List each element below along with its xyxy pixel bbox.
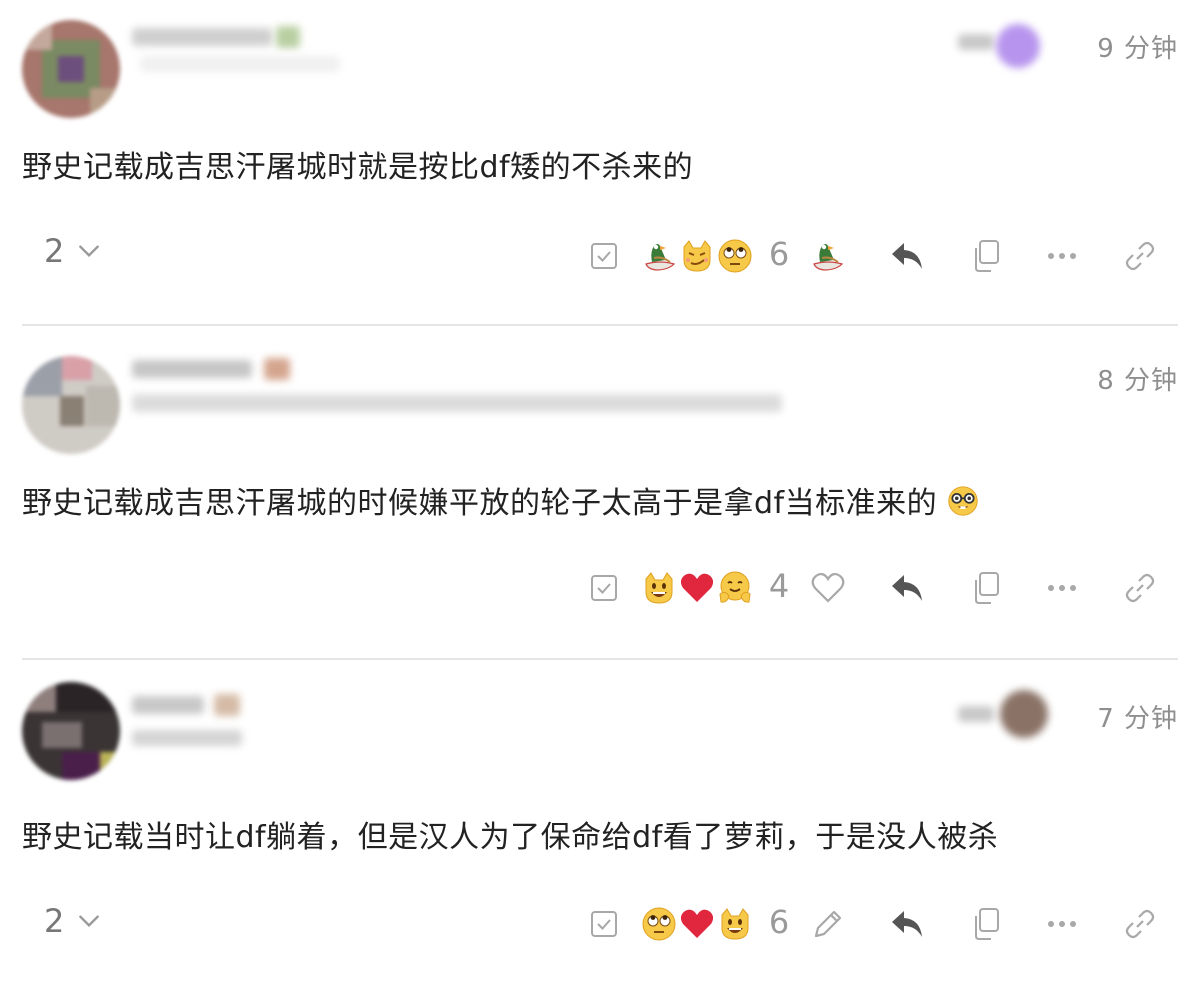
- user-subtitle: [132, 394, 782, 412]
- username[interactable]: [132, 696, 204, 714]
- duck-icon: [813, 244, 844, 271]
- reaction-hugging[interactable]: [716, 568, 754, 608]
- comment-actions: 6: [0, 894, 1200, 954]
- select-button[interactable]: [586, 238, 622, 274]
- reaction-smiley-cat[interactable]: [716, 904, 754, 944]
- avatar[interactable]: [22, 682, 120, 780]
- smiley-cat-icon: [645, 572, 673, 604]
- reply-target-avatar: [1000, 690, 1048, 738]
- comment-text: 野史记载成吉思汗屠城时就是按比df矮的不杀来的: [22, 150, 694, 185]
- reaction-rolling-eyes[interactable]: [716, 236, 754, 276]
- add-reaction-button[interactable]: [808, 236, 848, 276]
- timestamp: 7 分钟: [1097, 704, 1178, 734]
- more-button[interactable]: [1042, 904, 1082, 944]
- rolling-eyes-icon: [718, 239, 752, 273]
- more-dots-icon: [1048, 253, 1076, 259]
- user-subtitle: [132, 730, 242, 746]
- reaction-count: 4: [768, 567, 790, 605]
- reply-arrow-icon: [892, 911, 922, 937]
- smiley-cat-icon: [721, 908, 749, 940]
- more-button[interactable]: [1042, 236, 1082, 276]
- comment-actions: 6: [0, 224, 1200, 284]
- user-badge: [276, 26, 300, 48]
- comment-item: 8 分钟 野史记载成吉思汗屠城的时候嫌平放的轮子太高于是拿df当标准来的 4: [0, 326, 1200, 658]
- timestamp: 8 分钟: [1097, 366, 1178, 396]
- reaction-smiley-cat[interactable]: [640, 568, 678, 608]
- reaction-rolling-eyes[interactable]: [640, 904, 678, 944]
- hugging-face-icon: [719, 571, 751, 603]
- link-icon: [1125, 241, 1155, 271]
- reply-target-name: [958, 706, 994, 722]
- reaction-heart[interactable]: [678, 568, 716, 608]
- comment-text: 野史记载成吉思汗屠城的时候嫌平放的轮子太高于是拿df当标准来的: [22, 478, 979, 522]
- comment-item: 7 分钟 野史记载当时让df躺着，但是汉人为了保命给df看了萝莉，于是没人被杀 …: [0, 660, 1200, 987]
- reply-arrow-icon: [892, 575, 922, 601]
- checkbox-icon: [591, 243, 617, 269]
- comment-actions: 4: [0, 558, 1200, 618]
- copy-icon: [975, 908, 999, 940]
- reply-target-avatar: [996, 24, 1040, 68]
- heart-outline-icon: [811, 572, 845, 603]
- reaction-heart[interactable]: [678, 904, 716, 944]
- red-heart-icon: [680, 573, 714, 602]
- more-dots-icon: [1048, 921, 1076, 927]
- copy-button[interactable]: [966, 236, 1006, 276]
- nerd-face-icon: [948, 486, 978, 516]
- select-button[interactable]: [586, 906, 622, 942]
- red-heart-icon: [680, 909, 714, 938]
- select-button[interactable]: [586, 570, 622, 606]
- username[interactable]: [132, 28, 272, 46]
- like-button[interactable]: [808, 568, 848, 608]
- link-button[interactable]: [1120, 568, 1160, 608]
- copy-icon: [975, 572, 999, 604]
- username[interactable]: [132, 360, 252, 378]
- reaction-duck[interactable]: [640, 236, 680, 276]
- avatar[interactable]: [22, 356, 120, 454]
- reply-target-name: [958, 34, 994, 50]
- reaction-count: 6: [768, 903, 790, 941]
- timestamp: 9 分钟: [1097, 34, 1178, 64]
- reaction-cat-smirk[interactable]: [678, 236, 716, 276]
- link-icon: [1125, 573, 1155, 603]
- rolling-eyes-icon: [642, 907, 676, 941]
- more-button[interactable]: [1042, 568, 1082, 608]
- link-button[interactable]: [1120, 236, 1160, 276]
- duck-icon: [645, 244, 676, 271]
- checkbox-icon: [591, 911, 617, 937]
- reply-arrow-icon: [892, 243, 922, 269]
- reply-button[interactable]: [886, 568, 928, 608]
- smirking-cat-icon: [683, 240, 711, 272]
- more-dots-icon: [1048, 585, 1076, 591]
- checkbox-icon: [591, 575, 617, 601]
- reply-button[interactable]: [886, 904, 928, 944]
- user-badge: [264, 358, 290, 380]
- copy-icon: [975, 240, 999, 272]
- avatar[interactable]: [22, 20, 120, 118]
- reply-button[interactable]: [886, 236, 928, 276]
- copy-button[interactable]: [966, 568, 1006, 608]
- comment-text-body: 野史记载成吉思汗屠城的时候嫌平放的轮子太高于是拿df当标准来的: [22, 486, 938, 521]
- pencil-icon: [814, 910, 842, 938]
- reaction-count: 6: [768, 235, 790, 273]
- comment-text: 野史记载当时让df躺着，但是汉人为了保命给df看了萝莉，于是没人被杀: [22, 820, 999, 855]
- link-icon: [1125, 909, 1155, 939]
- copy-button[interactable]: [966, 904, 1006, 944]
- user-subtitle: [140, 56, 340, 72]
- comment-item: 9 分钟 野史记载成吉思汗屠城时就是按比df矮的不杀来的 2 6: [0, 0, 1200, 324]
- edit-button[interactable]: [808, 904, 848, 944]
- user-badge: [214, 694, 240, 716]
- link-button[interactable]: [1120, 904, 1160, 944]
